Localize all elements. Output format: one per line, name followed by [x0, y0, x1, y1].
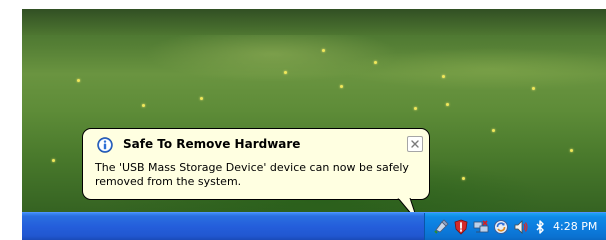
- wallpaper-flower: [77, 79, 80, 82]
- security-shield-icon[interactable]: [453, 219, 469, 235]
- clock[interactable]: 4:28 PM: [553, 220, 597, 233]
- desktop-screen: Safe To Remove Hardware The 'USB Mass St…: [0, 0, 606, 240]
- wallpaper-flower: [322, 49, 325, 52]
- wallpaper-flower: [462, 177, 465, 180]
- balloon-message: The 'USB Mass Storage Device' device can…: [95, 161, 409, 188]
- wallpaper-flower: [570, 149, 573, 152]
- wallpaper-flower: [492, 129, 495, 132]
- wallpaper-flower: [446, 103, 449, 106]
- wallpaper-flower: [52, 159, 55, 162]
- bluetooth-icon[interactable]: [532, 219, 548, 235]
- info-icon: [97, 137, 113, 153]
- balloon-title: Safe To Remove Hardware: [123, 137, 301, 151]
- system-tray: 4:28 PM: [424, 213, 606, 240]
- taskbar: 4:28 PM: [22, 212, 606, 240]
- wallpaper-horizon: [22, 9, 606, 35]
- wallpaper-flower: [284, 71, 287, 74]
- wallpaper-flower: [532, 87, 535, 90]
- network-connection-icon[interactable]: [473, 219, 489, 235]
- wallpaper-flower: [340, 85, 343, 88]
- wallpaper-flower: [414, 107, 417, 110]
- wallpaper-flower: [142, 104, 145, 107]
- update-icon[interactable]: [493, 219, 509, 235]
- safely-remove-hardware-icon[interactable]: [433, 219, 449, 235]
- wallpaper-flower: [200, 97, 203, 100]
- notification-balloon[interactable]: Safe To Remove Hardware The 'USB Mass St…: [82, 128, 430, 200]
- wallpaper-flower: [374, 61, 377, 64]
- wallpaper-flower: [442, 75, 445, 78]
- volume-icon[interactable]: [513, 219, 529, 235]
- close-icon[interactable]: [407, 136, 423, 152]
